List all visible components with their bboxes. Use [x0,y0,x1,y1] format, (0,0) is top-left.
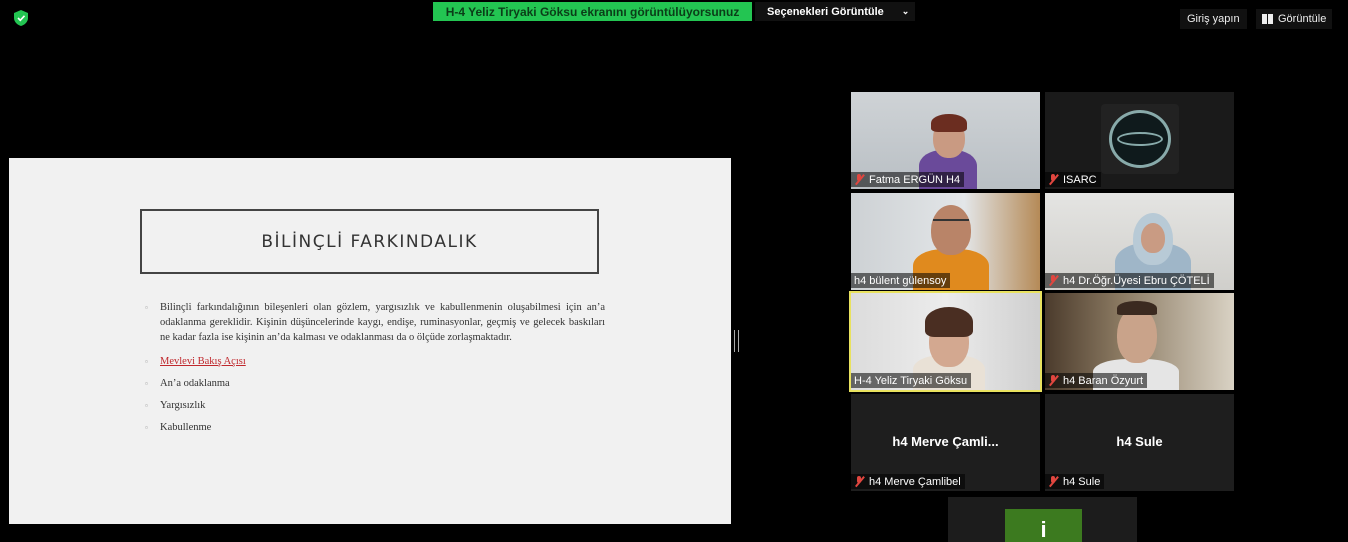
mic-muted-icon [1048,275,1059,286]
presentation-slide: BİLİNÇLİ FARKINDALIK Bilinçli farkındalı… [9,158,731,524]
participant-name-bar: h4 Dr.Öğr.Üyesi Ebru ÇÖTELİ [1045,273,1214,288]
participant-avatar: i [1005,509,1082,542]
isarc-logo [1101,104,1179,174]
security-shield-icon[interactable] [14,10,28,26]
mic-muted-icon [854,174,865,185]
slide-bullet: Kabullenme [145,420,605,435]
participant-tile[interactable]: ISARC [1045,92,1234,189]
chevron-down-icon: ⌄ [901,6,910,16]
slide-bullets: Bilinçli farkındalığının bileşenleri ola… [145,300,605,442]
participant-tile-active-speaker[interactable]: H-4 Yeliz Tiryaki Göksu [849,291,1042,392]
participant-tile[interactable]: h4 Dr.Öğr.Üyesi Ebru ÇÖTELİ [1045,193,1234,290]
participant-name-bar: H-4 Yeliz Tiryaki Göksu [851,373,972,388]
participant-name-bar: Fatma ERGÜN H4 [851,172,965,187]
mic-muted-icon [854,476,865,487]
slide-bullet-link[interactable]: Mevlevi Bakış Açısı [145,354,605,369]
view-options-label: Seçenekleri Görüntüle [767,5,884,18]
sign-in-button[interactable]: Giriş yapın [1180,9,1247,29]
slide-bullet: An’a odaklanma [145,376,605,391]
slide-title-box: BİLİNÇLİ FARKINDALIK [140,209,599,274]
gallery-view-icon [1262,14,1273,24]
mic-muted-icon [1048,476,1059,487]
slide-bullet: Yargısızlık [145,398,605,413]
participant-name-bar: h4 Sule [1045,474,1105,489]
mic-muted-icon [1048,174,1059,185]
participant-tile[interactable]: h4 Sule h4 Sule [1045,394,1234,491]
participant-display-name: h4 Merve Çamli... [892,434,999,449]
slide-title: BİLİNÇLİ FARKINDALIK [261,231,478,252]
participant-name-bar: ISARC [1045,172,1101,187]
participant-name-bar: h4 bülent gülensoy [851,273,951,288]
participant-display-name: h4 Sule [1116,434,1163,449]
screen-share-banner: H-4 Yeliz Tiryaki Göksu ekranını görüntü… [433,2,752,21]
participant-tile[interactable]: h4 Merve Çamli... h4 Merve Çamlibel [851,394,1040,491]
participant-name-bar: h4 Merve Çamlibel [851,474,965,489]
view-options-button[interactable]: Seçenekleri Görüntüle ⌄ [755,2,915,21]
participant-tile-partial[interactable]: i [948,497,1137,542]
split-view-drag-handle[interactable] [734,330,739,352]
view-label: Görüntüle [1278,13,1327,25]
view-button[interactable]: Görüntüle [1256,9,1333,29]
participant-tile[interactable]: Fatma ERGÜN H4 [851,92,1040,189]
participant-tile[interactable]: h4 bülent gülensoy [851,193,1040,290]
participant-name-bar: h4 Baran Özyurt [1045,373,1148,388]
slide-bullet: Bilinçli farkındalığının bileşenleri ola… [145,300,605,345]
mic-muted-icon [1048,375,1059,386]
participant-tile[interactable]: h4 Baran Özyurt [1045,293,1234,390]
